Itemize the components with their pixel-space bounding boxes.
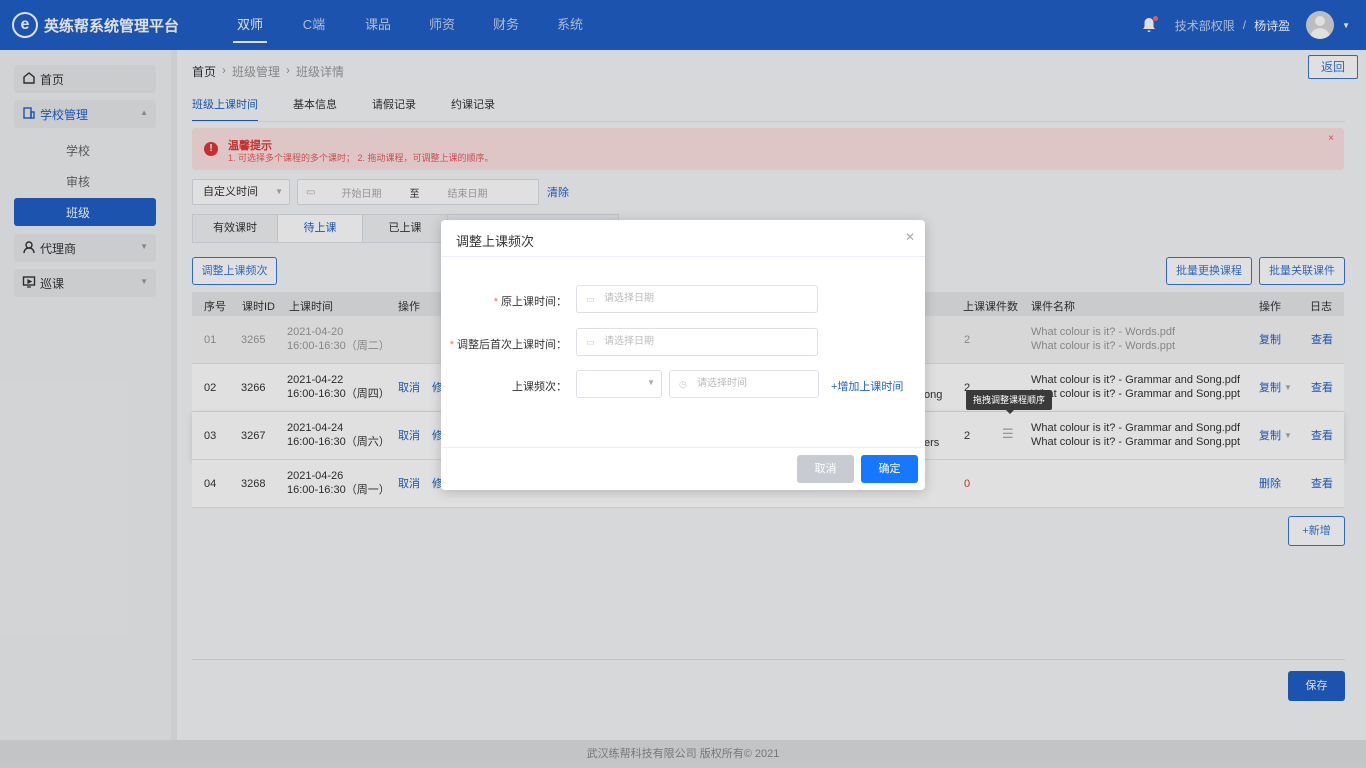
orig-date-placeholder: 请选择日期 [604, 293, 654, 304]
add-time-button[interactable]: +增加上课时间 [831, 378, 903, 394]
close-icon[interactable]: ✕ [905, 230, 915, 244]
clock-icon: ◷ [679, 379, 687, 389]
first-time-label-text: 调整后首次上课时间： [457, 339, 567, 351]
cancel-button[interactable]: 取消 [797, 455, 854, 483]
dialog-divider [441, 256, 925, 257]
confirm-button[interactable]: 确定 [861, 455, 918, 483]
orig-time-label-text: 原上课时间： [501, 296, 567, 308]
dialog-title: 调整上课频次 [456, 234, 535, 249]
first-date-input[interactable]: ▭ 请选择日期 [576, 328, 818, 356]
orig-date-input[interactable]: ▭ 请选择日期 [576, 285, 818, 313]
freq-label: 上课频次： [512, 381, 567, 393]
drag-tooltip: 拖拽调整课程顺序 [966, 390, 1052, 414]
calendar-icon: ▭ [586, 337, 595, 347]
calendar-icon: ▭ [586, 294, 595, 304]
time-input[interactable]: ◷ 请选择时间 [669, 370, 819, 398]
adjust-freq-dialog: 调整上课频次 ✕ * 原上课时间： ▭ 请选择日期 * 调整后首次上课时间： ▭ 请… [441, 220, 925, 490]
time-placeholder: 请选择时间 [697, 378, 747, 389]
orig-time-label: * 原上课时间： [493, 296, 567, 308]
first-time-label: * 调整后首次上课时间： [449, 339, 567, 351]
chevron-down-icon: ▼ [647, 378, 655, 387]
weekday-select[interactable]: ▼ [576, 370, 662, 398]
dialog-divider [441, 447, 925, 448]
first-date-placeholder: 请选择日期 [604, 336, 654, 347]
